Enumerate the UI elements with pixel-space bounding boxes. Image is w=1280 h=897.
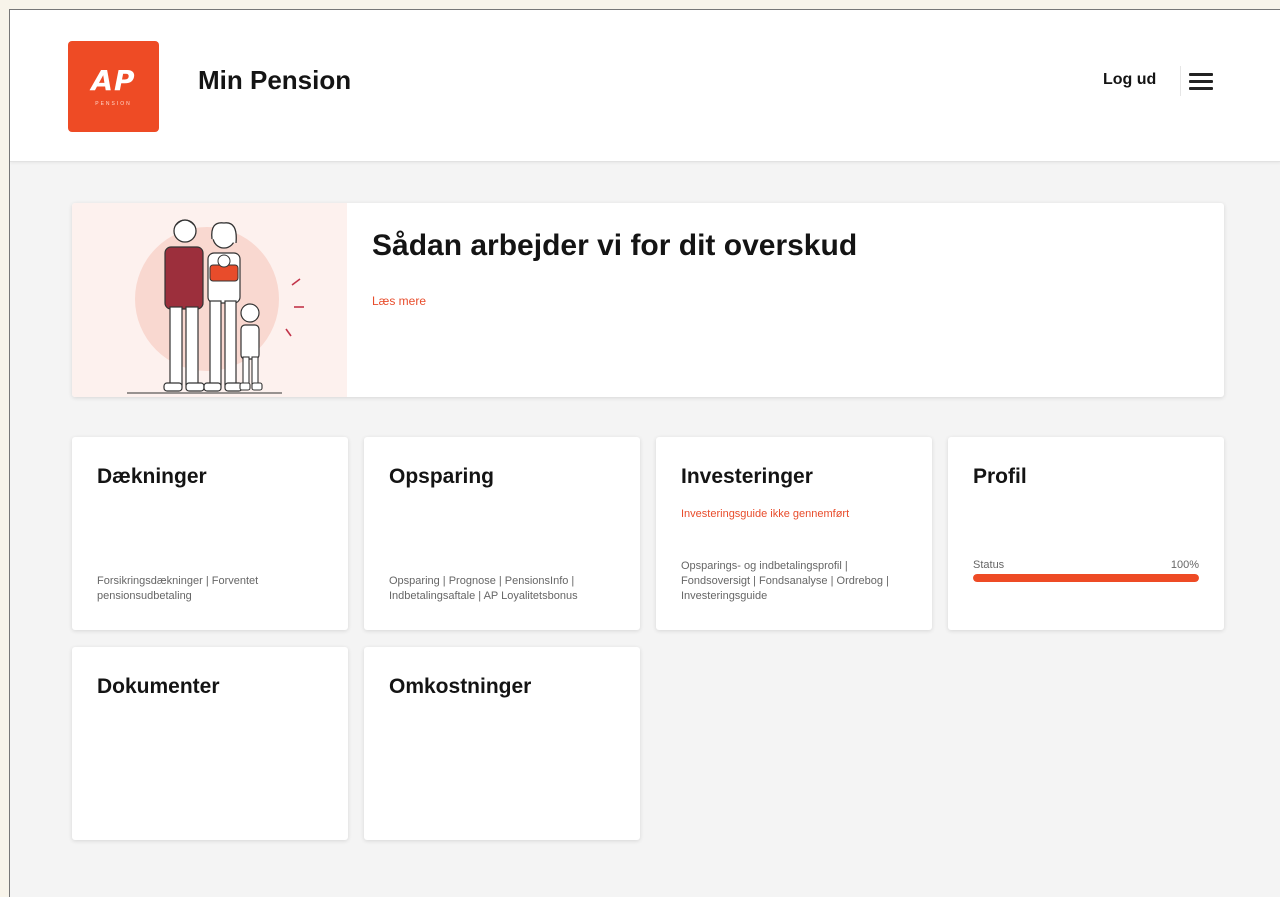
profile-progress-bar	[973, 574, 1199, 582]
hamburger-line	[1188, 86, 1213, 90]
card-dokumenter[interactable]: Dokumenter	[72, 647, 348, 840]
card-title: Opsparing	[389, 465, 495, 488]
ap-pension-logo[interactable]: AP PENSION	[68, 41, 159, 132]
card-investeringer[interactable]: Investeringer Investeringsguide ikke gen…	[656, 437, 932, 630]
status-value: 100%	[1170, 559, 1199, 571]
card-description: Opsparings- og indbetalingsprofil | Fond…	[681, 560, 889, 602]
browser-viewport: AP PENSION Min Pension Log ud Sådan arbe…	[9, 9, 1280, 897]
card-omkostninger[interactable]: Omkostninger	[364, 647, 640, 840]
top-header: AP PENSION Min Pension Log ud	[10, 10, 1280, 162]
card-opsparing[interactable]: Opsparing Opsparing | Prognose | Pension…	[364, 437, 640, 630]
card-title: Investeringer	[681, 465, 813, 488]
status-label: Status	[973, 559, 1005, 571]
logo-subtext: PENSION	[95, 100, 132, 107]
investment-guide-alert: Investeringsguide ikke gennemført	[681, 508, 850, 520]
card-daekninger[interactable]: Dækninger Forsikringsdækninger | Forvent…	[72, 437, 348, 630]
card-description: Opsparing | Prognose | PensionsInfo | In…	[389, 575, 578, 602]
logo-text: AP	[91, 63, 136, 97]
family-illustration-svg	[127, 219, 304, 394]
read-more-link[interactable]: Læs mere	[372, 294, 426, 308]
profile-progress-fill	[973, 574, 1199, 582]
card-title: Dækninger	[97, 465, 207, 488]
card-description: Forsikringsdækninger | Forventet pension…	[97, 575, 259, 602]
hamburger-line	[1188, 79, 1213, 83]
family-illustration	[72, 203, 347, 397]
card-profil[interactable]: Profil Status 100%	[948, 437, 1224, 630]
hamburger-icon[interactable]	[1180, 66, 1220, 96]
hamburger-line	[1188, 72, 1213, 76]
logout-button[interactable]: Log ud	[1103, 71, 1156, 89]
app-title: Min Pension	[198, 65, 352, 95]
overskud-banner[interactable]: Sådan arbejder vi for dit overskud Læs m…	[72, 203, 1224, 397]
card-title: Omkostninger	[389, 675, 532, 698]
card-title: Dokumenter	[97, 675, 220, 698]
card-title: Profil	[973, 465, 1027, 488]
banner-title: Sådan arbejder vi for dit overskud	[372, 229, 858, 262]
